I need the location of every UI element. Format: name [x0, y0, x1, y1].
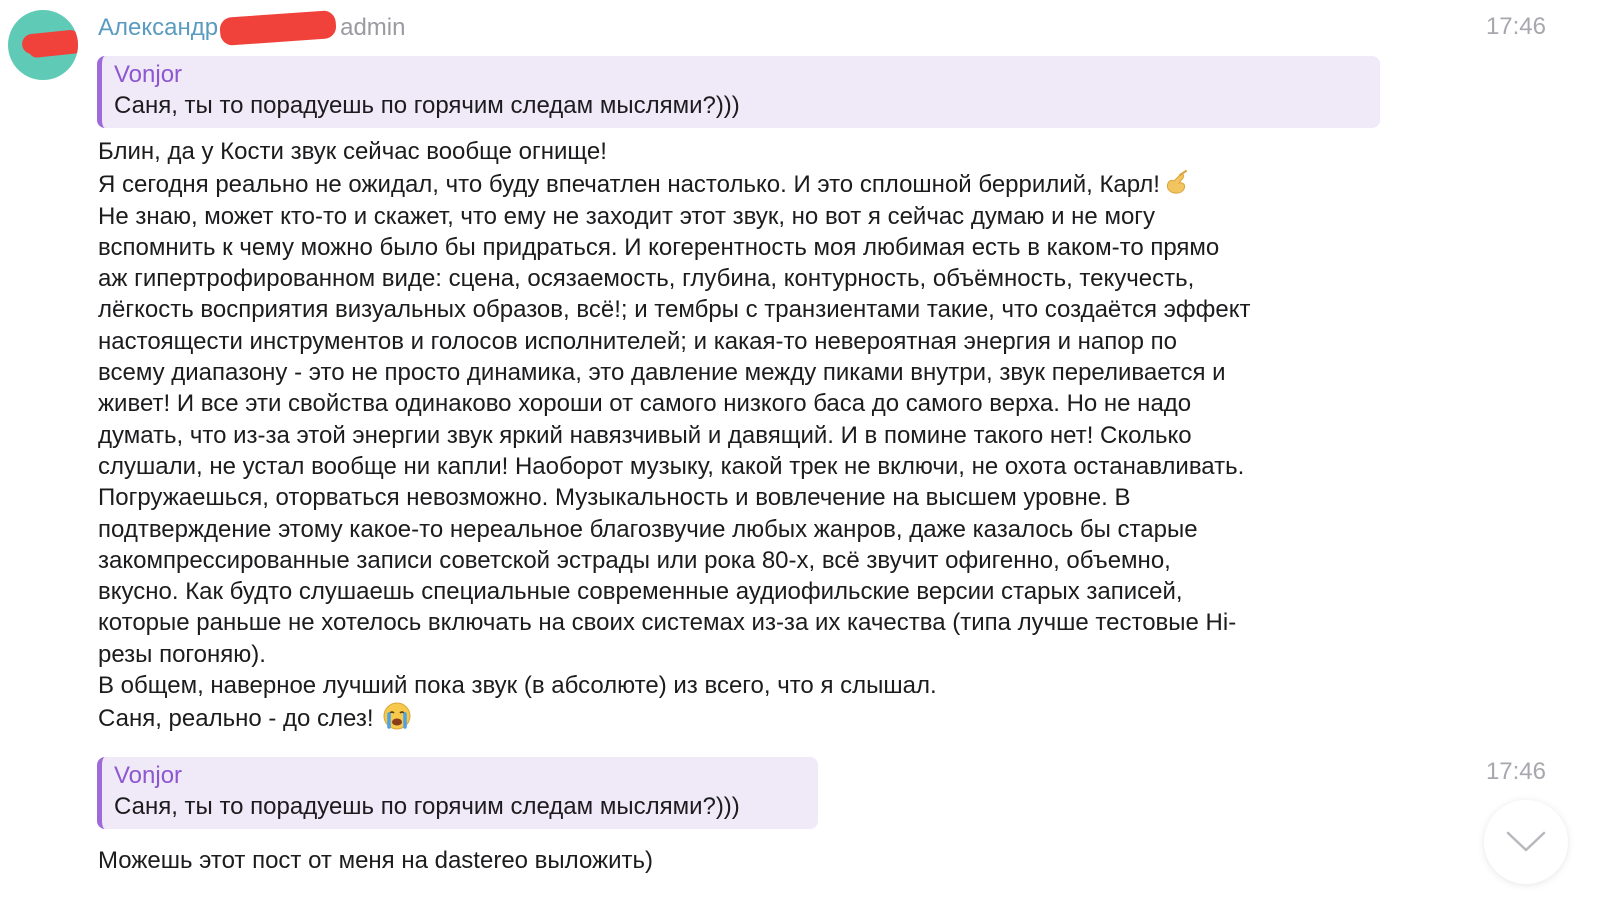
message-text: Можешь этот пост от меня на dastereo выл…	[98, 847, 653, 874]
message-line-text: Я сегодня реально не ожидал, что буду вп…	[98, 171, 1160, 199]
message-line: закомпрессированные записи советской эст…	[98, 546, 1171, 574]
message-line: думать, что из-за этой энергии звук ярки…	[98, 421, 1192, 449]
message-line: вспомнить к чему можно было бы придратьс…	[98, 233, 1220, 261]
reply-text: Саня, ты то порадуешь по горячим следам …	[114, 92, 740, 119]
reply-author: Vonjor	[114, 61, 183, 88]
message-line: резы погоняю).	[98, 640, 266, 668]
message-text: Блин, да у Кости звук сейчас вообще огни…	[98, 136, 1388, 735]
redaction-mark	[219, 9, 337, 47]
message-line: слушали, не устал вообще ни капли! Наобо…	[98, 452, 1245, 480]
reply-author: Vonjor	[114, 762, 183, 789]
pinching-hand-icon	[1166, 170, 1187, 194]
message-line: Не знаю, может кто-то и скажет, что ему …	[98, 202, 1156, 230]
message-line: лёгкость восприятия визуальных образов, …	[98, 296, 1251, 324]
message-line: живет! И все эти свойства одинаково хоро…	[98, 390, 1192, 418]
reply-quote[interactable]: Vonjor Саня, ты то порадуешь по горячим …	[97, 757, 818, 829]
crying-face-icon	[383, 702, 411, 730]
reply-text: Саня, ты то порадуешь по горячим следам …	[114, 793, 740, 820]
message-line: Погружаешься, оторваться невозможно. Муз…	[98, 484, 1131, 512]
message-line: Я сегодня реально не ожидал, что буду вп…	[98, 167, 1388, 200]
message-line: подтверждение этому какое-то нереальное …	[98, 515, 1198, 543]
scroll-to-bottom-button[interactable]	[1484, 800, 1568, 884]
message-header: Александр admin	[98, 9, 406, 47]
reply-quote[interactable]: Vonjor Саня, ты то порадуешь по горячим …	[97, 56, 1380, 128]
message-line: которые раньше не хотелось включать на с…	[98, 609, 1237, 637]
avatar[interactable]	[8, 10, 78, 80]
message-line: всему диапазону - это не просто динамика…	[98, 359, 1226, 387]
message-line: В общем, наверное лучший пока звук (в аб…	[98, 672, 937, 700]
message-timestamp: 17:46	[1485, 758, 1546, 785]
chat-view: Александр admin 17:46 Vonjor Саня, ты то…	[0, 0, 1606, 910]
message-line: настоящести инструментов и голосов испол…	[98, 327, 1177, 355]
author-role-badge: admin	[340, 14, 406, 41]
chevron-down-icon	[1506, 831, 1546, 852]
message-line: вкусно. Как будто слушаешь специальные с…	[98, 578, 1183, 606]
author-name[interactable]: Александр	[98, 14, 218, 42]
redaction-mark	[21, 29, 78, 55]
message-line: Блин, да у Кости звук сейчас вообще огни…	[98, 138, 607, 165]
message-line: аж гипертрофированном виде: сцена, осяза…	[98, 265, 1195, 293]
message-line: Саня, реально - до слез!	[98, 701, 1388, 734]
message-line-text: Саня, реально - до слез!	[98, 705, 374, 733]
message-timestamp: 17:46	[1485, 13, 1546, 40]
